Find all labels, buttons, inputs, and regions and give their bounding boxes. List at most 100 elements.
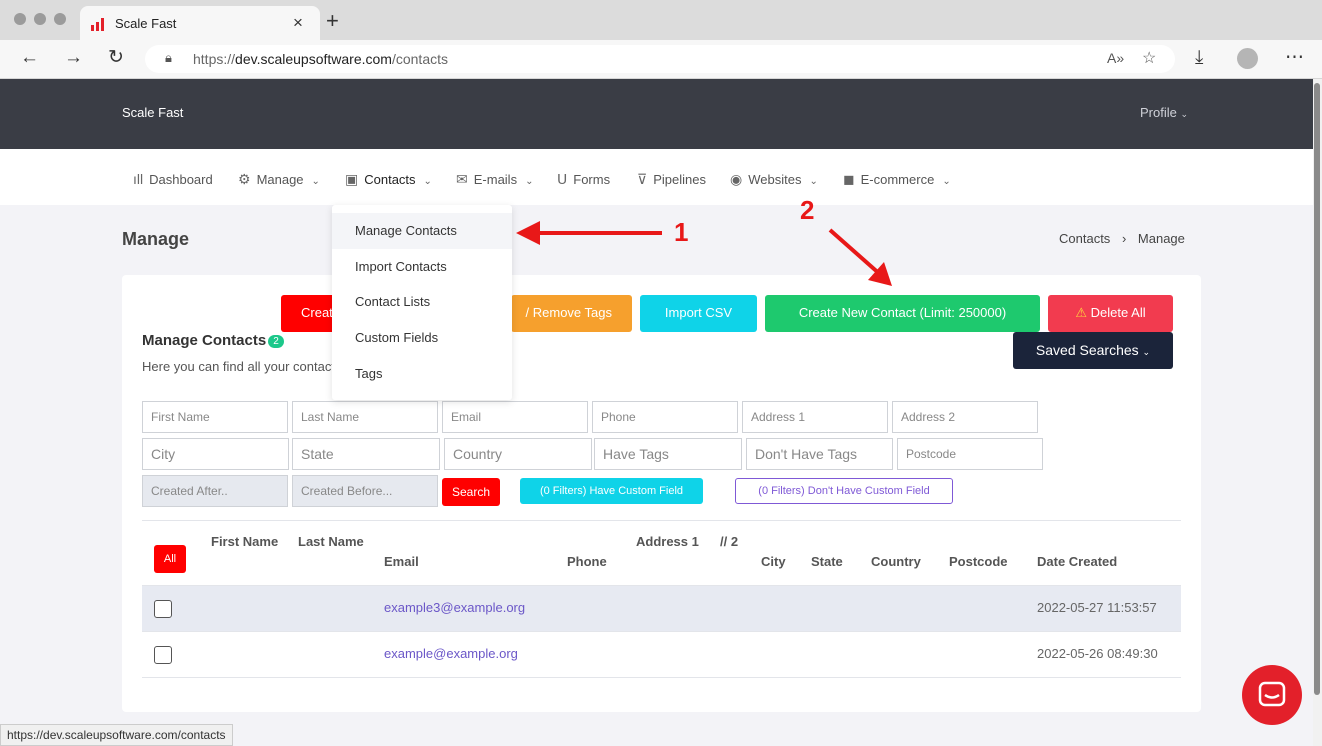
nav-item-label: Manage	[256, 172, 304, 187]
address-bar[interactable]: 🔒︎ https://dev.scaleupsoftware.com/conta…	[145, 45, 1175, 73]
placeholder: State	[301, 446, 334, 462]
nav-item-label: E-mails	[473, 172, 518, 187]
filter-country[interactable]: Country	[444, 438, 592, 470]
bar-chart-icon: ıll	[133, 171, 144, 187]
nav-item-contacts[interactable]: ▣ Contacts ⌄	[345, 171, 432, 188]
placeholder: City	[151, 446, 176, 462]
table-row[interactable]: example3@example.org 2022-05-27 11:53:57	[142, 586, 1181, 631]
nav-item-label: Pipelines	[653, 172, 707, 187]
nav-item-label: Contacts	[364, 172, 416, 187]
placeholder: Phone	[601, 410, 636, 424]
column-header[interactable]: First Name	[211, 532, 281, 552]
arrow-1-head	[516, 221, 540, 245]
nav-item-dashboard[interactable]: ıll Dashboard	[133, 171, 213, 187]
contact-email-link[interactable]: example3@example.org	[384, 600, 525, 615]
search-button[interactable]: Search	[442, 478, 500, 506]
breadcrumb-contacts[interactable]: Contacts	[1059, 231, 1110, 246]
gear-icon: ⚙	[238, 171, 251, 187]
column-header[interactable]: State	[811, 552, 861, 572]
browser-tab[interactable]: Scale Fast ×	[80, 6, 320, 40]
dropdown-item-contact-lists[interactable]: Contact Lists	[332, 284, 512, 320]
chevron-down-icon: ⌄	[942, 176, 951, 187]
column-header[interactable]: Last Name	[298, 532, 368, 552]
column-header[interactable]: Address 1	[636, 532, 706, 552]
dont-have-custom-field-button-label: (0 Filters) Don't Have Custom Field	[758, 485, 930, 497]
created-before-field[interactable]: Created Before...	[292, 475, 438, 507]
filter-email[interactable]: Email	[442, 401, 588, 433]
tab-title: Scale Fast	[115, 16, 177, 31]
scroll-thumb[interactable]	[1314, 83, 1320, 695]
dropdown-item-tags[interactable]: Tags	[332, 356, 512, 392]
breadcrumb-separator: ›	[1121, 231, 1127, 246]
avatar[interactable]	[1237, 48, 1258, 69]
page-scrollbar[interactable]	[1313, 79, 1322, 746]
nav-item-pipelines[interactable]: ⊽ Pipelines	[637, 171, 706, 188]
have-custom-field-button[interactable]: (0 Filters) Have Custom Field	[520, 478, 703, 504]
placeholder: Country	[453, 446, 503, 462]
new-tab-icon[interactable]: +	[326, 10, 339, 32]
back-icon[interactable]: ←	[20, 48, 39, 68]
column-header[interactable]: Phone	[567, 552, 627, 572]
import-csv-button[interactable]: Import CSV	[640, 295, 757, 332]
more-icon[interactable]: ⋯	[1285, 48, 1304, 68]
search-button-label: Search	[451, 485, 491, 499]
column-header[interactable]: Date Created	[1037, 552, 1157, 572]
delete-all-button[interactable]: ⚠ Delete All	[1048, 295, 1173, 332]
globe-icon: ◉	[730, 171, 743, 187]
window-zoom-dot[interactable]	[54, 13, 66, 25]
placeholder: Address 2	[901, 410, 956, 424]
dropdown-item-import-contacts[interactable]: Import Contacts	[332, 249, 512, 285]
status-url: https://dev.scaleupsoftware.com/contacts	[0, 724, 233, 746]
nav-item-e-commerce[interactable]: ◼ E-commerce ⌄	[843, 171, 951, 188]
table-row[interactable]: example@example.org 2022-05-26 08:49:30	[142, 632, 1181, 677]
chat-launcher-button[interactable]	[1242, 665, 1302, 725]
create-new-contact-button[interactable]: Create New Contact (Limit: 250000)	[765, 295, 1040, 332]
url-text: https://dev.scaleupsoftware.com/contacts	[193, 51, 448, 67]
nav-item-forms[interactable]: Ս Forms	[557, 171, 610, 188]
dont-have-custom-field-button[interactable]: (0 Filters) Don't Have Custom Field	[735, 478, 953, 504]
filter-city[interactable]: City	[142, 438, 289, 470]
chevron-down-icon: ⌄	[525, 176, 534, 187]
nav-item-label: Forms	[573, 172, 611, 187]
contact-email-link[interactable]: example@example.org	[384, 646, 518, 661]
dropdown-item-manage-contacts[interactable]: Manage Contacts	[332, 213, 512, 249]
favorite-icon[interactable]: ☆	[1142, 48, 1156, 68]
column-header[interactable]: // 2	[720, 532, 750, 552]
column-header[interactable]: Country	[871, 552, 941, 572]
filter-last-name[interactable]: Last Name	[292, 401, 438, 433]
filter-postcode[interactable]: Postcode	[897, 438, 1043, 470]
read-aloud-icon[interactable]: A»	[1107, 50, 1124, 66]
window-minimize-dot[interactable]	[34, 13, 46, 25]
row-checkbox[interactable]	[154, 600, 172, 618]
forward-icon[interactable]: →	[64, 48, 83, 68]
tab-close-icon[interactable]: ×	[293, 13, 303, 33]
created-after-field[interactable]: Created After..	[142, 475, 288, 507]
downloads-icon[interactable]: ⤓	[1195, 48, 1203, 68]
filter-phone[interactable]: Phone	[592, 401, 738, 433]
filter-have-tags[interactable]: Have Tags	[594, 438, 742, 470]
remove-tags-button[interactable]: / Remove Tags	[511, 295, 632, 332]
filter-address-1[interactable]: Address 1	[742, 401, 888, 433]
profile-menu[interactable]: Profile ⌄	[1140, 105, 1188, 120]
column-header[interactable]: Email	[384, 552, 494, 572]
column-header[interactable]: City	[761, 552, 801, 572]
contacts-card: Create / Remove Tags Import CSV Create N…	[122, 275, 1201, 712]
filter-don-t-have-tags[interactable]: Don't Have Tags	[746, 438, 893, 470]
card-subheading: Here you can find all your contacts	[142, 359, 342, 374]
nav-item-label: E-commerce	[860, 172, 935, 187]
saved-searches-button[interactable]: Saved Searches ⌄	[1013, 332, 1173, 369]
filter-first-name[interactable]: First Name	[142, 401, 288, 433]
window-close-dot[interactable]	[14, 13, 26, 25]
chevron-down-icon: ⌄	[423, 176, 432, 187]
filter-state[interactable]: State	[292, 438, 440, 470]
nav-item-websites[interactable]: ◉ Websites ⌄	[730, 171, 818, 188]
nav-item-e-mails[interactable]: ✉ E-mails ⌄	[456, 171, 533, 188]
row-checkbox[interactable]	[154, 646, 172, 664]
nav-item-manage[interactable]: ⚙ Manage ⌄	[238, 171, 320, 188]
select-all-button[interactable]: All	[154, 545, 186, 573]
brand-name[interactable]: Scale Fast	[122, 105, 183, 120]
column-header[interactable]: Postcode	[949, 552, 1029, 572]
reload-icon[interactable]: ↻	[108, 48, 124, 68]
dropdown-item-custom-fields[interactable]: Custom Fields	[332, 320, 512, 356]
filter-address-2[interactable]: Address 2	[892, 401, 1038, 433]
